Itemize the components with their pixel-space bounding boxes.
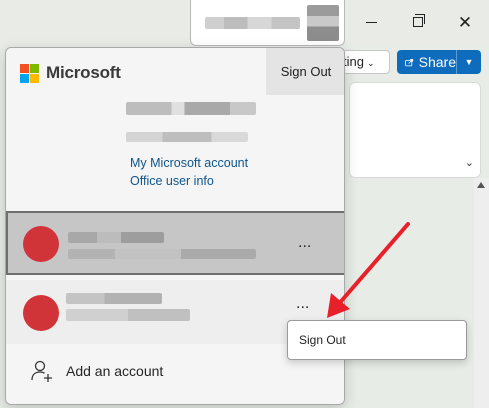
redacted-user-name [205,17,300,29]
add-account-label: Add an account [66,363,164,379]
close-button[interactable]: ✕ [453,10,477,34]
share-button[interactable]: Share ▼ [397,50,481,74]
vertical-scrollbar[interactable] [474,178,489,408]
microsoft-logo: Microsoft [20,63,121,83]
my-microsoft-account-link[interactable]: My Microsoft account [130,156,248,170]
share-label: Share [418,54,456,70]
redacted-account-name [126,102,256,115]
account-row-active[interactable]: ... [6,211,344,275]
redacted-avatar [307,5,339,41]
redacted-account-row-name [68,232,164,243]
share-main-button[interactable]: Share [397,50,457,74]
close-icon: ✕ [457,12,473,32]
add-person-icon [31,360,52,382]
restore-icon [413,14,425,27]
share-dropdown-icon[interactable]: ▼ [457,57,481,67]
account-context-menu: Sign Out [287,320,467,360]
avatar [23,226,59,262]
restore-button[interactable] [406,10,430,34]
ribbon-panel: ⌄ [349,82,481,178]
ribbon-expand-chevron-icon[interactable]: ⌄ [465,156,474,169]
redacted-account-email [126,132,248,142]
share-icon [405,58,414,66]
more-options-icon[interactable]: ... [298,235,311,251]
office-user-info-link[interactable]: Office user info [130,174,214,188]
chevron-down-icon: ⌄ [366,58,375,68]
minimize-icon [365,21,377,23]
add-account-button[interactable]: Add an account [30,359,163,383]
microsoft-logo-icon [20,63,39,83]
minimize-button[interactable] [359,10,383,34]
redacted-account-row-email [68,249,256,259]
redacted-account-row-name [66,293,162,304]
more-options-icon[interactable]: ... [296,296,309,312]
document-canvas [344,186,474,408]
context-menu-sign-out[interactable]: Sign Out [299,321,466,359]
microsoft-wordmark: Microsoft [46,63,121,82]
avatar [23,295,59,331]
user-account-chip[interactable] [190,0,345,46]
editing-mode-label: ting [343,54,364,69]
redacted-account-row-email [66,309,190,321]
sign-out-button[interactable]: Sign Out [266,48,344,95]
scroll-up-arrow-icon[interactable] [477,182,485,188]
